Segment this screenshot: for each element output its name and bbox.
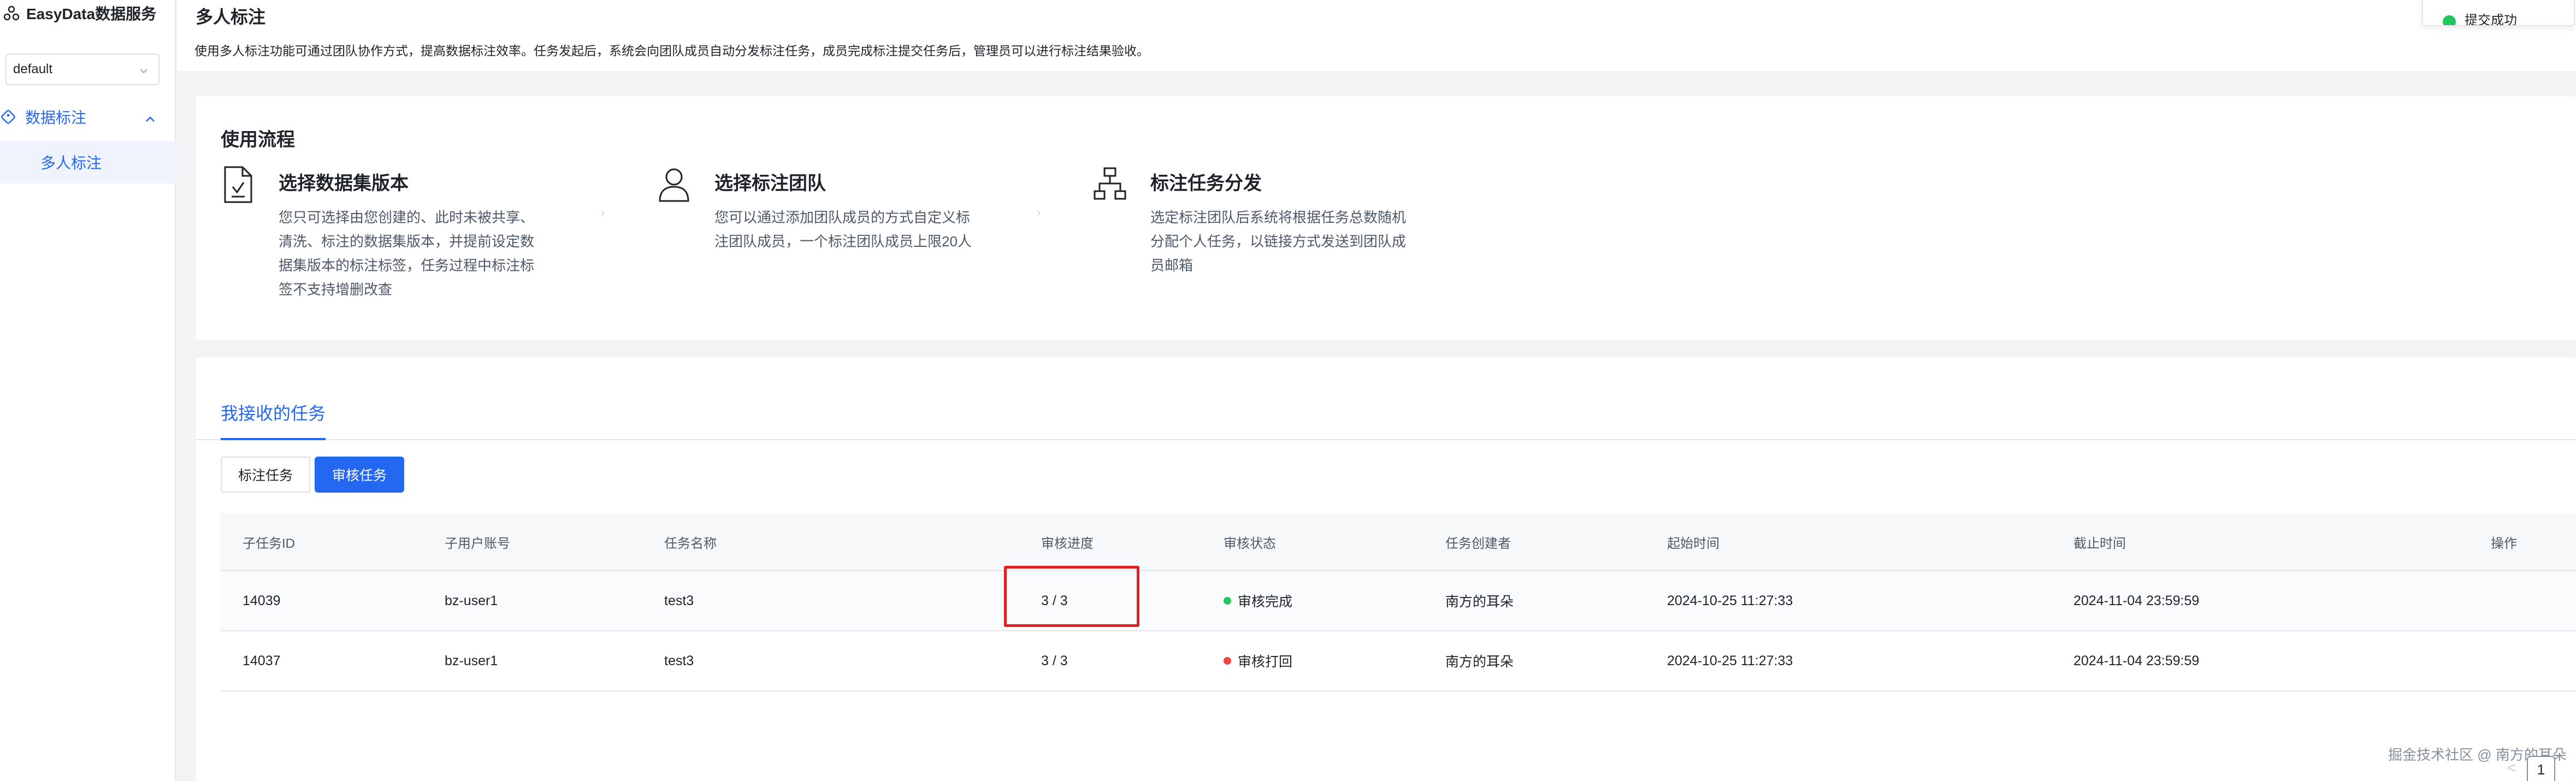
table-row[interactable]: 14039 bz-user1 test3 3 / 3 审核完成 南方的耳朵 20… <box>221 571 2576 631</box>
cell-status: 审核打回 <box>1224 631 1292 690</box>
flow-step-name: 选择数据集版本 <box>279 173 409 194</box>
cell-status: 审核完成 <box>1224 571 1292 630</box>
status-text: 审核打回 <box>1238 654 1293 670</box>
menu-group-data-labeling[interactable]: 数据标注 <box>0 102 176 132</box>
flow-step-desc: 您可以通过添加团队成员的方式自定义标注团队成员，一个标注团队成员上限20人 <box>714 209 972 250</box>
menu-group-label: 数据标注 <box>25 109 87 126</box>
cell-creator: 南方的耳朵 <box>1445 654 1514 670</box>
sidebar-item-multi-labeling[interactable]: 多人标注 <box>0 141 176 184</box>
column-header: 截止时间 <box>2073 536 2126 551</box>
column-header: 任务创建者 <box>1445 536 1511 551</box>
cell-progress: 3 / 3 <box>1041 593 1068 608</box>
chevron-right-icon: › <box>601 205 605 219</box>
toast-text: 提交成功 <box>2465 13 2517 26</box>
status-text: 审核完成 <box>1238 594 1293 610</box>
review-task-button[interactable]: 审核任务 <box>315 457 405 493</box>
column-header: 子任务ID <box>243 536 295 551</box>
pagination-page-1[interactable]: 1 <box>2527 756 2555 781</box>
sidebar-item-label: 多人标注 <box>40 155 102 171</box>
sidebar: EasyData数据服务 default 数据标注 多人标注 <box>0 0 176 781</box>
table-header: 子任务ID 子用户账号 任务名称 审核进度 审核状态 任务创建者 起始时间 截止… <box>221 513 2576 571</box>
success-icon <box>2443 15 2456 25</box>
task-card: 我接收的任务 标注任务 审核任务 子任务ID 子用户账号 任务名称 审核进度 审… <box>196 357 2576 781</box>
chevron-down-icon <box>139 64 149 74</box>
column-header: 任务名称 <box>664 536 717 551</box>
cell-end-time: 2024-11-04 23:59:59 <box>2073 593 2200 608</box>
cell-start-time: 2024-10-25 11:27:33 <box>1667 653 1793 668</box>
tab-received-tasks[interactable]: 我接收的任务 <box>221 400 326 440</box>
cell-progress: 3 / 3 <box>1041 653 1068 668</box>
status-dot-icon <box>1224 597 1231 605</box>
chevron-up-icon <box>144 112 155 122</box>
task-table: 子任务ID 子用户账号 任务名称 审核进度 审核状态 任务创建者 起始时间 截止… <box>221 513 2576 691</box>
pagination-prev-button[interactable]: < <box>2507 759 2516 777</box>
cell-task-name: test3 <box>664 593 694 608</box>
cell-account: bz-user1 <box>445 593 498 608</box>
usage-flow-title: 使用流程 <box>221 129 295 150</box>
column-header: 审核状态 <box>1224 536 1276 551</box>
page-title: 多人标注 <box>196 7 266 27</box>
column-header: 子用户账号 <box>445 536 510 551</box>
cell-end-time: 2024-11-04 23:59:59 <box>2073 653 2200 668</box>
table-row[interactable]: 14037 bz-user1 test3 3 / 3 审核打回 南方的耳朵 20… <box>221 631 2576 691</box>
status-dot-icon <box>1224 657 1231 665</box>
labeling-task-button[interactable]: 标注任务 <box>221 457 311 493</box>
brand-name: EasyData数据服务 <box>26 5 157 22</box>
brand: EasyData数据服务 <box>0 0 175 26</box>
cell-task-name: test3 <box>664 653 694 668</box>
column-header: 起始时间 <box>1667 536 1720 551</box>
page-description: 使用多人标注功能可通过团队协作方式，提高数据标注效率。任务发起后，系统会向团队成… <box>194 44 1149 58</box>
environment-select[interactable]: default <box>5 54 159 85</box>
cell-account: bz-user1 <box>445 653 498 668</box>
task-tabs: 我接收的任务 <box>196 357 2576 440</box>
success-toast: 提交成功 <box>2422 0 2575 26</box>
task-type-toggle: 标注任务 审核任务 <box>221 457 405 493</box>
flow-step-desc: 您只可选择由您创建的、此时未被共享、清洗、标注的数据集版本，并提前设定数据集版本… <box>279 209 535 298</box>
flow-step-name: 选择标注团队 <box>714 173 826 194</box>
document-check-icon <box>221 165 256 204</box>
chevron-right-icon: › <box>1037 205 1041 219</box>
cell-start-time: 2024-10-25 11:27:33 <box>1667 593 1793 608</box>
cell-task-id: 14039 <box>243 593 281 608</box>
usage-flow-card: 使用流程 选择数据集版本 您只可选择由您创建的、此时未被共享、清洗、标注的数据集… <box>196 96 2576 340</box>
column-header: 审核进度 <box>1041 536 1094 551</box>
label-icon <box>1 109 17 125</box>
page-header: 多人标注 使用多人标注功能可通过团队协作方式，提高数据标注效率。任务发起后，系统… <box>177 0 2576 71</box>
environment-select-value: default <box>13 62 53 76</box>
brand-logo-icon <box>2 4 21 22</box>
cell-task-id: 14037 <box>243 653 281 668</box>
flow-step-desc: 选定标注团队后系统将根据任务总数随机分配个人任务，以链接方式发送到团队成员邮箱 <box>1150 209 1407 274</box>
org-chart-icon <box>1092 165 1127 204</box>
column-header: 操作 <box>2491 536 2517 551</box>
cell-creator: 南方的耳朵 <box>1445 594 1514 610</box>
user-icon <box>657 165 692 204</box>
flow-step-name: 标注任务分发 <box>1150 173 1262 194</box>
